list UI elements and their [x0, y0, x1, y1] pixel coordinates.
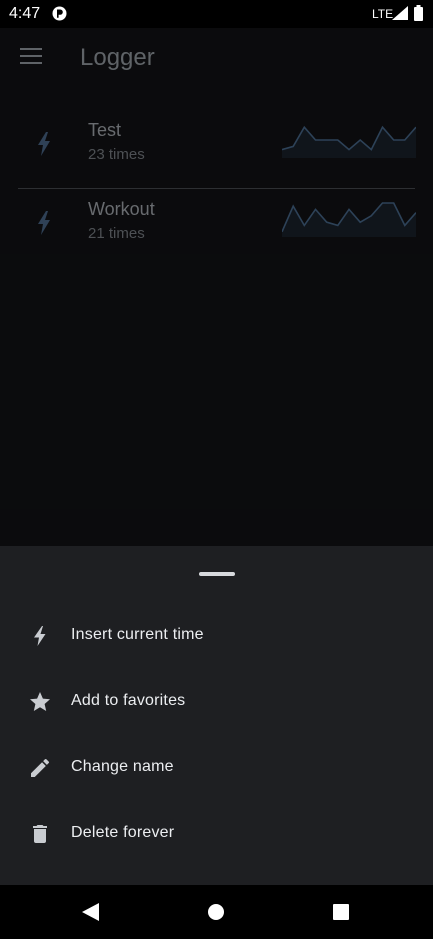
sheet-item-label: Insert current time [71, 626, 204, 643]
change-name-button[interactable]: Change name [0, 740, 433, 796]
star-icon [28, 690, 52, 714]
app-notification-icon [52, 6, 67, 26]
insert-current-time-button[interactable]: Insert current time [0, 608, 433, 664]
pencil-icon [28, 756, 52, 780]
status-bar: 4:47 LTE [0, 0, 433, 28]
back-icon[interactable] [82, 903, 99, 926]
trash-icon [28, 822, 52, 846]
bottom-sheet: Insert current time Add to favorites Cha… [0, 546, 433, 885]
sheet-item-label: Add to favorites [71, 692, 186, 709]
sheet-item-label: Delete forever [71, 824, 175, 841]
battery-icon [414, 5, 423, 26]
sheet-item-label: Change name [71, 758, 174, 775]
network-type: LTE [372, 7, 394, 21]
system-nav-bar [0, 885, 433, 939]
status-time: 4:47 [9, 5, 41, 22]
bolt-icon [28, 624, 52, 648]
delete-forever-button[interactable]: Delete forever [0, 806, 433, 862]
modal-scrim[interactable] [0, 28, 433, 546]
home-icon[interactable] [208, 904, 224, 920]
recent-apps-icon[interactable] [333, 904, 349, 920]
drag-handle[interactable] [199, 572, 235, 576]
add-to-favorites-button[interactable]: Add to favorites [0, 674, 433, 730]
signal-icon [392, 6, 408, 25]
